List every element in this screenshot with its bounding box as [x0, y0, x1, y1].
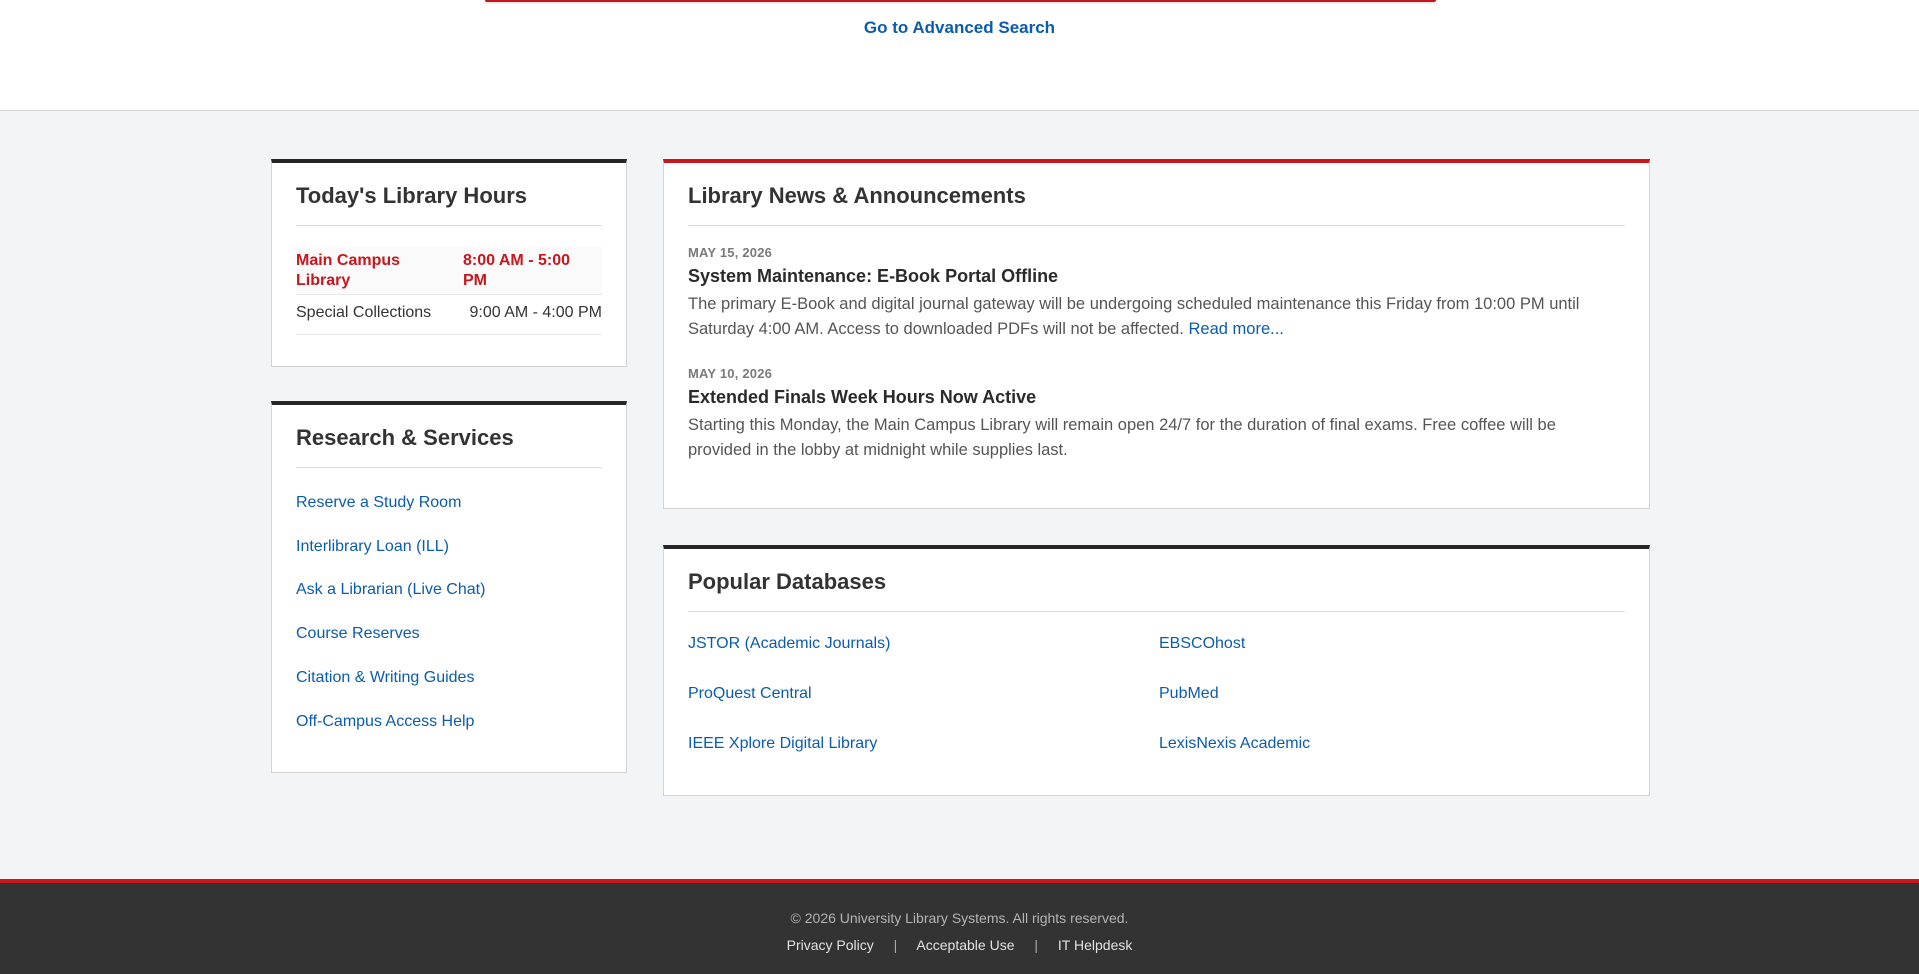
advanced-search-link[interactable]: Go to Advanced Search: [0, 18, 1919, 38]
hours-time: 9:00 AM - 4:00 PM: [469, 304, 602, 321]
hours-location: Main Campus Library: [296, 252, 401, 289]
news-title: Library News & Announcements: [688, 183, 1026, 208]
footer-separator: |: [1034, 937, 1039, 953]
footer-separator: |: [893, 937, 898, 953]
footer-link-acceptable-use[interactable]: Acceptable Use: [916, 937, 1014, 953]
database-link-lexisnexis[interactable]: LexisNexis Academic: [1159, 735, 1310, 753]
database-link-pubmed[interactable]: PubMed: [1159, 685, 1219, 703]
footer-link-it-helpdesk[interactable]: IT Helpdesk: [1058, 937, 1132, 953]
database-link-proquest[interactable]: ProQuest Central: [688, 685, 812, 703]
search-section: Go to Advanced Search: [0, 0, 1919, 111]
hours-time: 8:00 AM - 5:00 PM: [463, 252, 570, 289]
news-title-divider: [688, 225, 1625, 226]
database-link-ieee-xplore[interactable]: IEEE Xplore Digital Library: [688, 735, 877, 753]
site-footer: © 2026 University Library Systems. All r…: [0, 879, 1919, 974]
service-link-interlibrary-loan[interactable]: Interlibrary Loan (ILL): [296, 538, 449, 556]
service-link-citation-guides[interactable]: Citation & Writing Guides: [296, 669, 474, 687]
search-box-edge: [485, 0, 1436, 2]
hours-row-special-collections: Special Collections 9:00 AM - 4:00 PM: [296, 295, 602, 335]
hours-location: Special Collections: [296, 304, 432, 321]
service-link-course-reserves[interactable]: Course Reserves: [296, 625, 420, 643]
databases-title: Popular Databases: [688, 569, 887, 594]
news-date: MAY 15, 2026: [688, 245, 773, 260]
library-hours-card: Today's Library Hours Main Campus Librar…: [271, 159, 627, 367]
copyright-text: © 2026 University Library Systems. All r…: [790, 910, 1129, 926]
news-card: Library News & Announcements MAY 15, 202…: [663, 159, 1650, 509]
popular-databases-card: Popular Databases JSTOR (Academic Journa…: [663, 545, 1650, 796]
databases-title-divider: [688, 611, 1625, 612]
footer-link-privacy-policy[interactable]: Privacy Policy: [787, 937, 874, 953]
hours-title: Today's Library Hours: [296, 183, 527, 208]
database-link-jstor[interactable]: JSTOR (Academic Journals): [688, 635, 890, 653]
news-body-text: Starting this Monday, the Main Campus Li…: [688, 416, 1556, 459]
service-link-ask-librarian[interactable]: Ask a Librarian (Live Chat): [296, 581, 485, 599]
database-link-ebscohost[interactable]: EBSCOhost: [1159, 635, 1245, 653]
news-body: The primary E-Book and digital journal g…: [688, 292, 1608, 342]
service-link-reserve-study-room[interactable]: Reserve a Study Room: [296, 494, 461, 512]
services-title-divider: [296, 467, 602, 468]
news-date: MAY 10, 2026: [688, 366, 773, 381]
research-services-card: Research & Services Reserve a Study Room…: [271, 401, 627, 773]
news-headline: Extended Finals Week Hours Now Active: [688, 387, 1037, 407]
footer-links: Privacy Policy | Acceptable Use | IT Hel…: [0, 937, 1919, 953]
news-headline: System Maintenance: E-Book Portal Offlin…: [688, 266, 1059, 286]
service-link-off-campus-access[interactable]: Off-Campus Access Help: [296, 713, 474, 731]
services-title: Research & Services: [296, 425, 514, 450]
news-body: Starting this Monday, the Main Campus Li…: [688, 413, 1608, 463]
hours-title-divider: [296, 225, 602, 226]
read-more-link[interactable]: Read more...: [1189, 320, 1284, 338]
news-body-text: The primary E-Book and digital journal g…: [688, 295, 1580, 338]
hours-row-main-campus: Main Campus Library 8:00 AM - 5:00 PM: [296, 247, 602, 295]
